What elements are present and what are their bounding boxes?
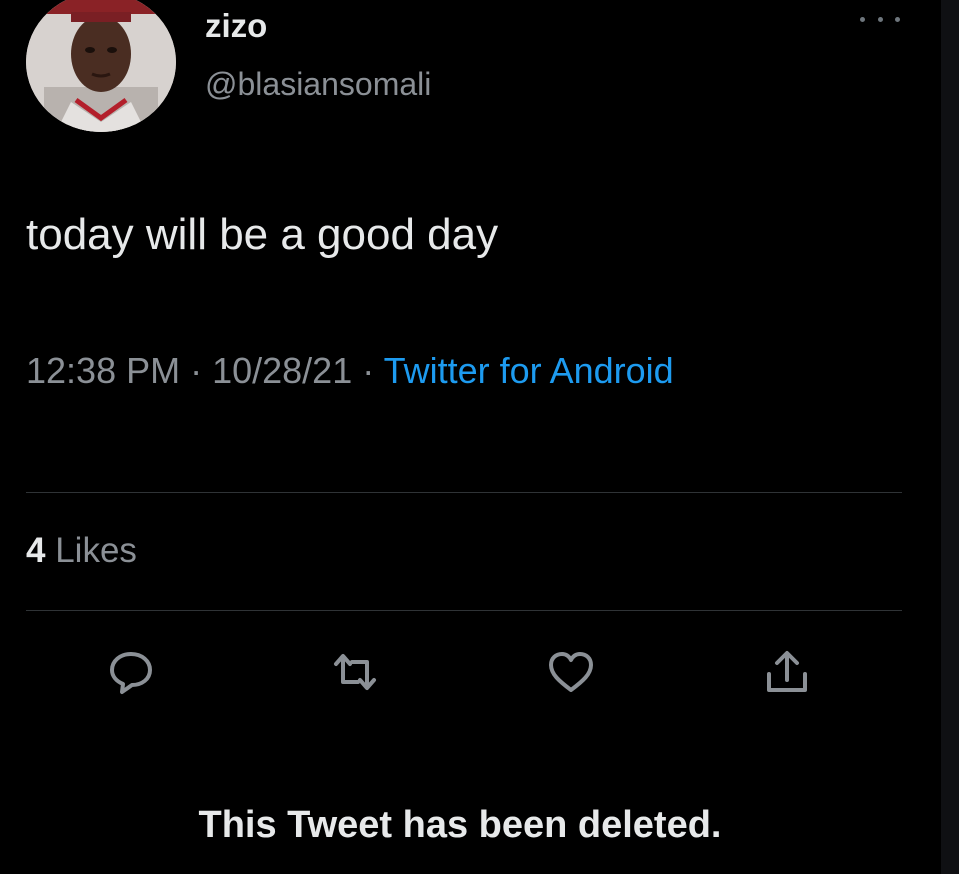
display-name[interactable]: zizo	[205, 6, 267, 46]
tweet-date[interactable]: 10/28/21	[212, 350, 352, 391]
deleted-notice: This Tweet has been deleted.	[198, 804, 722, 846]
meta-separator: ·	[180, 350, 213, 391]
avatar[interactable]	[26, 0, 176, 132]
dot	[877, 16, 883, 22]
dot	[860, 16, 865, 22]
reply-icon	[110, 652, 152, 694]
divider	[26, 610, 902, 611]
share-button[interactable]	[762, 648, 812, 696]
like-button[interactable]	[546, 648, 596, 696]
tweet-time[interactable]: 12:38 PM	[26, 350, 180, 391]
retweet-icon	[334, 654, 376, 690]
likes-count[interactable]: 4 Likes	[26, 529, 137, 573]
tweet-screenshot: { "author": { "display_name": "zizo", "h…	[0, 0, 959, 874]
likes-label: Likes	[55, 531, 137, 570]
user-handle[interactable]: @blasiansomali	[205, 64, 431, 104]
tweet-source-link[interactable]: Twitter for Android	[384, 350, 674, 391]
tweet-text: today will be a good day	[26, 210, 499, 259]
reply-button[interactable]	[106, 648, 156, 696]
like-icon	[549, 652, 593, 692]
meta-separator: ·	[352, 350, 384, 391]
dot	[895, 16, 900, 22]
more-options-icon[interactable]	[860, 10, 900, 28]
retweet-button[interactable]	[330, 648, 380, 696]
tweet-metadata: 12:38 PM · 10/28/21 · Twitter for Androi…	[26, 342, 766, 400]
window-edge	[941, 0, 959, 874]
avatar-image	[26, 0, 176, 132]
divider	[26, 492, 902, 493]
share-icon	[767, 651, 807, 692]
likes-number: 4	[26, 531, 46, 570]
